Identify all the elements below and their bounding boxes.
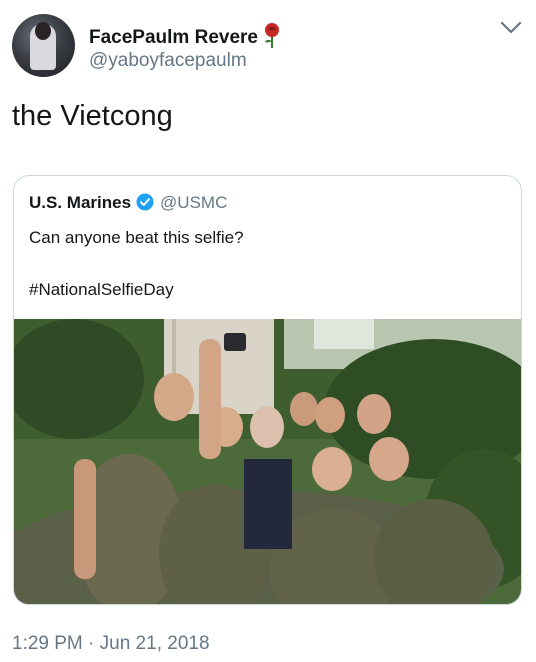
quoted-tweet-text: Can anyone beat this selfie? [29, 228, 244, 247]
quoted-tweet-hashtag[interactable]: #NationalSelfieDay [29, 280, 174, 300]
quoted-tweet-card[interactable]: U.S. Marines @USMC Can anyone beat this s… [13, 175, 522, 605]
author-name-text: FacePaulm Revere [89, 27, 258, 49]
avatar-head [35, 22, 51, 40]
chevron-down-icon[interactable] [500, 20, 522, 36]
tweet-text: the Vietcong [12, 100, 173, 132]
quoted-author-handle: @USMC [160, 193, 228, 212]
tweet-timestamp[interactable]: 1:29 PM · Jun 21, 2018 [12, 633, 210, 655]
avatar[interactable] [12, 14, 75, 77]
quoted-author[interactable]: U.S. Marines @USMC [29, 193, 227, 216]
quoted-author-name: U.S. Marines [29, 193, 132, 212]
author-handle[interactable]: @yaboyfacepaulm [89, 50, 247, 72]
verified-badge-icon [136, 193, 154, 216]
group-selfie-photo[interactable] [14, 319, 521, 604]
rose-icon [262, 22, 282, 54]
